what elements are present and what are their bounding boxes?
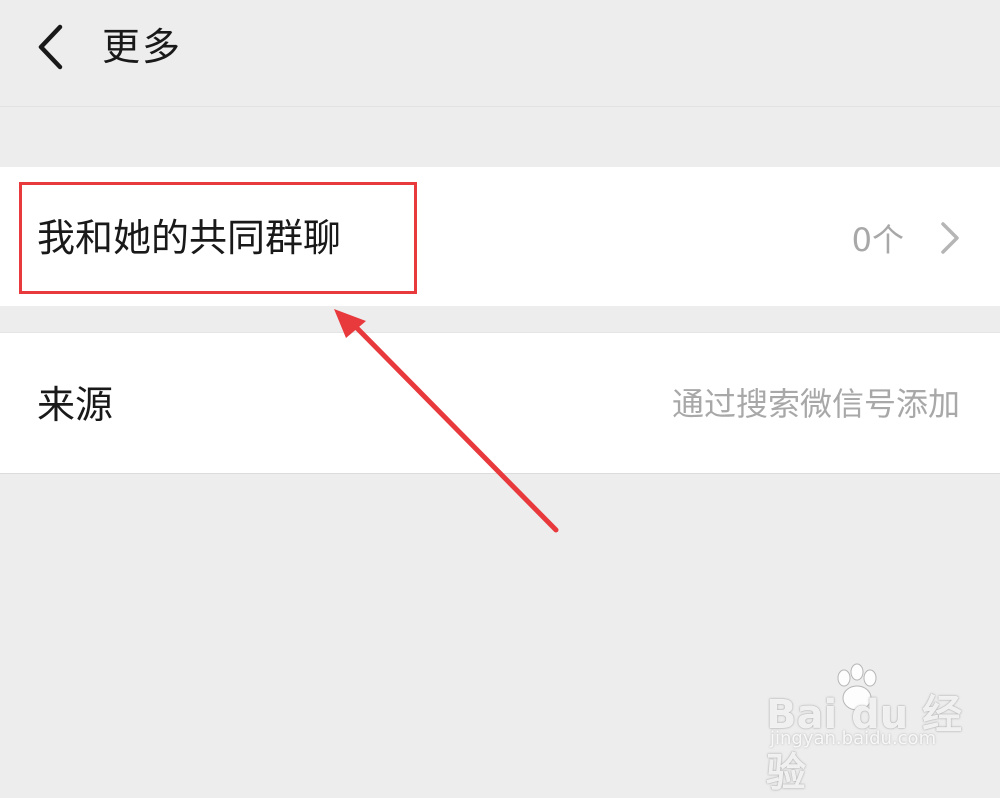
baidu-watermark: Bai du 经验 jingyan.baidu.com (766, 662, 966, 796)
paw-icon (837, 663, 877, 711)
page-title: 更多 (102, 25, 183, 69)
watermark-main: Bai du 经验 (766, 692, 963, 796)
common-groups-count: 0个 (851, 221, 904, 259)
source-row: 来源 通过搜索微信号添加 (0, 332, 1000, 474)
back-button[interactable] (30, 24, 74, 70)
common-groups-row[interactable]: 我和她的共同群聊 0个 (0, 167, 1000, 306)
source-value: 通过搜索微信号添加 (671, 385, 960, 423)
source-label: 来源 (37, 383, 114, 427)
watermark-url: jingyan.baidu.com (770, 728, 937, 749)
chevron-left-icon (38, 24, 63, 70)
top-bar: 更多 (0, 0, 1000, 107)
common-groups-label: 我和她的共同群聊 (37, 216, 342, 260)
chevron-right-icon (941, 222, 959, 254)
